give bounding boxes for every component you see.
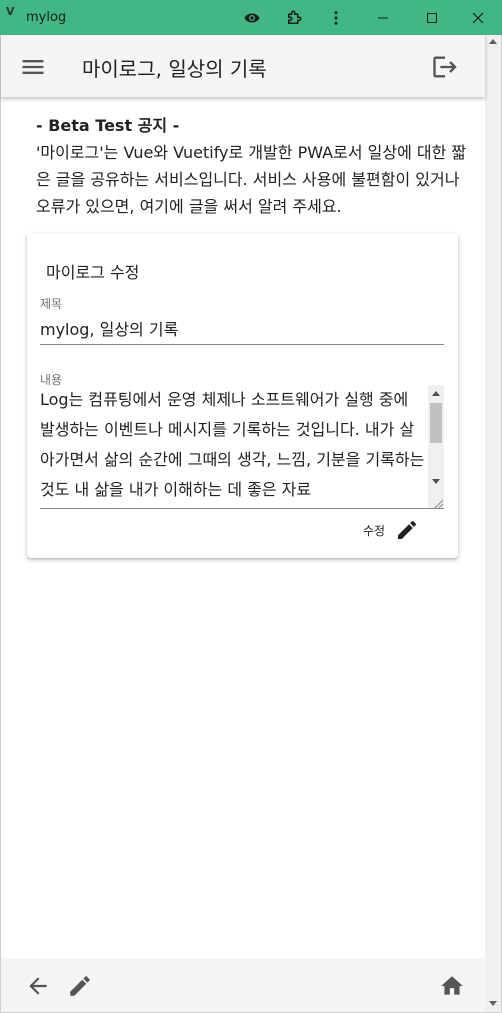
window-titlebar: V mylog: [0, 0, 502, 35]
textarea-scroll-down-icon[interactable]: [432, 479, 440, 484]
notice-body: '마이로그'는 Vue와 Vuetify로 개발한 PWA로서 일상에 대한 짧…: [36, 143, 467, 216]
submit-edit-label: 수정: [363, 523, 386, 538]
textarea-scroll-up-icon[interactable]: [432, 391, 440, 396]
notice-heading: - Beta Test 공지 -: [36, 116, 180, 135]
page-title: 마이로그, 일상의 기록: [82, 57, 267, 81]
edit-card: 마이로그 수정 제목 내용 Log는 컴퓨팅에서 운영 체제나 소프트웨어가 실…: [27, 233, 458, 558]
card-title: 마이로그 수정: [46, 263, 140, 282]
maximize-icon[interactable]: [412, 0, 452, 35]
logout-icon[interactable]: [431, 53, 459, 81]
textarea-scrollbar[interactable]: [428, 385, 444, 508]
content-textarea[interactable]: Log는 컴퓨팅에서 운영 체제나 소프트웨어가 실행 중에 발생하는 이벤트나…: [40, 385, 444, 509]
arrow-back-icon[interactable]: [25, 973, 51, 999]
window-title: mylog: [26, 10, 67, 25]
home-icon[interactable]: [439, 973, 465, 999]
title-field-label: 제목: [40, 297, 63, 311]
bottom-bar: [1, 958, 485, 1012]
resize-grip-icon[interactable]: [433, 498, 443, 508]
content-text[interactable]: Log는 컴퓨팅에서 운영 체제나 소프트웨어가 실행 중에 발생하는 이벤트나…: [40, 385, 426, 505]
edit-pencil-icon[interactable]: [67, 973, 93, 999]
notice: - Beta Test 공지 - '마이로그'는 Vue와 Vuetify로 개…: [36, 112, 476, 220]
textarea-scroll-thumb[interactable]: [430, 403, 442, 443]
eye-icon[interactable]: [232, 0, 272, 35]
pencil-icon: [398, 520, 417, 539]
app-logo-icon: V: [6, 5, 15, 18]
menu-icon[interactable]: [19, 53, 47, 81]
more-vert-icon[interactable]: [316, 0, 356, 35]
title-input[interactable]: [40, 311, 444, 345]
app-bar: 마이로그, 일상의 기록: [1, 35, 485, 97]
close-icon[interactable]: [458, 0, 498, 35]
submit-edit-button[interactable]: 수정: [363, 517, 419, 543]
window-scrollbar[interactable]: [485, 35, 501, 1012]
extension-icon[interactable]: [274, 0, 314, 35]
scroll-up-arrow-icon[interactable]: [489, 39, 497, 44]
minimize-icon[interactable]: [363, 0, 403, 35]
scroll-down-arrow-icon[interactable]: [489, 1001, 497, 1006]
